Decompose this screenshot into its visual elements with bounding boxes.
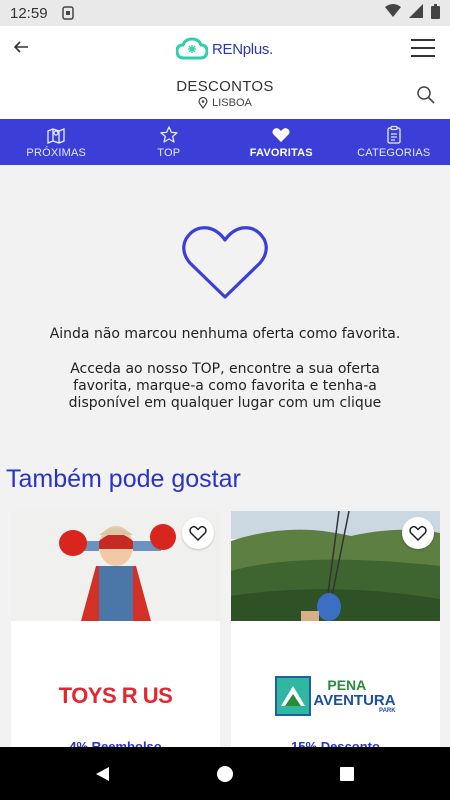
- clipboard-icon: [387, 125, 401, 144]
- tab-proximas[interactable]: PRÓXIMAS: [0, 119, 113, 165]
- pena-aventura-emblem-icon: [275, 676, 312, 716]
- tab-label: FAVORITAS: [249, 147, 313, 159]
- brand-name-line3: PARK: [379, 707, 396, 714]
- tab-bar: PRÓXIMAS TOP FAVORITAS CATEGORIAS: [0, 119, 450, 165]
- location-pin-icon: [198, 97, 208, 109]
- tab-top[interactable]: TOP: [113, 119, 226, 165]
- location-label: LISBOA: [212, 97, 252, 109]
- renplus-logo: RENplus.: [176, 34, 273, 64]
- empty-favorites: Ainda não marcou nenhuma oferta como fav…: [0, 165, 450, 435]
- nav-home-icon[interactable]: [214, 763, 236, 785]
- brand-logo-toysrus: TOYS R US: [11, 661, 220, 731]
- offer-card[interactable]: TOYS R US 4% Reembolso: [11, 511, 220, 751]
- brand-name-line1: PENA: [327, 676, 367, 693]
- tab-favoritas[interactable]: FAVORITAS: [225, 119, 338, 165]
- map-icon: [47, 128, 65, 144]
- location-selector[interactable]: LISBOA: [0, 97, 450, 109]
- status-bar: 12:59: [0, 0, 450, 26]
- tab-categorias[interactable]: CATEGORIAS: [338, 119, 450, 165]
- brand-name-line2: AVENTURA: [313, 691, 396, 709]
- brand-name: TOYS R US: [58, 683, 173, 708]
- brand-logo-pena-aventura: PENA AVENTURA PARK: [231, 661, 440, 731]
- signal-icon: [409, 4, 423, 22]
- empty-hint: Acceda ao nosso TOP, encontre a sua ofer…: [68, 361, 382, 411]
- suggestions-heading: Também pode gostar: [6, 465, 241, 493]
- tab-label: PRÓXIMAS: [26, 147, 87, 159]
- favorite-toggle-icon[interactable]: [402, 517, 434, 549]
- nav-back-icon[interactable]: [92, 763, 114, 785]
- app-bar: RENplus. DESCONTOS LISBOA: [0, 26, 450, 119]
- status-time: 12:59: [10, 4, 48, 22]
- heart-outline-icon: [180, 223, 270, 303]
- cloud-logo-icon: [176, 37, 208, 60]
- tab-label: TOP: [157, 147, 181, 159]
- system-nav-bar: [0, 747, 450, 800]
- wifi-icon: [385, 4, 401, 22]
- star-icon: [160, 126, 178, 143]
- page-title: DESCONTOS: [176, 78, 274, 95]
- heart-icon: [272, 128, 290, 142]
- tab-label: CATEGORIAS: [357, 147, 431, 159]
- battery-icon: [431, 3, 440, 23]
- favorite-toggle-icon[interactable]: [182, 517, 214, 549]
- offer-card[interactable]: PENA AVENTURA PARK 15% Desconto: [231, 511, 440, 751]
- logo-text: RENplus.: [212, 40, 273, 58]
- menu-icon[interactable]: [410, 38, 436, 58]
- search-icon[interactable]: [416, 85, 436, 105]
- back-arrow-icon[interactable]: [10, 36, 32, 58]
- empty-message: Ainda não marcou nenhuma oferta como fav…: [49, 326, 401, 342]
- sim-icon: [61, 6, 74, 20]
- nav-recents-icon[interactable]: [336, 763, 358, 785]
